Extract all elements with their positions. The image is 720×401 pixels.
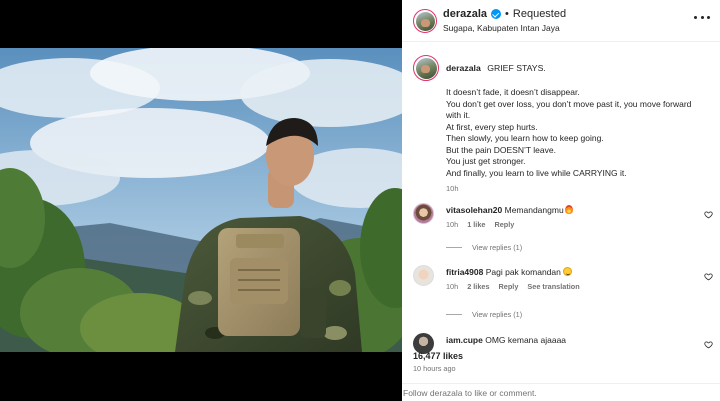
comment-time[interactable]: 10h (446, 282, 458, 291)
caption-line: At first, every step hurts. (446, 121, 538, 132)
view-replies-button[interactable]: View replies (1) (446, 243, 522, 252)
post-location[interactable]: Sugapa, Kabupaten Intan Jaya (443, 23, 560, 33)
caption-username[interactable]: derazala (446, 63, 481, 73)
comment-likes[interactable]: 1 like (467, 220, 485, 229)
view-replies-label: View replies (1) (472, 243, 523, 252)
post-time-ago[interactable]: 10 hours ago (413, 364, 456, 373)
more-options-icon[interactable] (694, 10, 710, 24)
caption-line: It doesn’t fade, it doesn’t disappear. (446, 87, 580, 97)
caption-title: GRIEF STAYS. (487, 63, 546, 73)
caption-line: You just get stronger. (446, 156, 526, 166)
post-stats: 16,477 likes 10 hours ago (402, 333, 720, 383)
caption-line: But the pain DOESN’T leave. (446, 144, 556, 155)
caption-line: Then slowly, you learn how to keep going… (446, 133, 604, 143)
smile-emoji (562, 267, 572, 276)
fire-emoji (564, 205, 573, 214)
commenter-avatar[interactable] (413, 265, 434, 286)
post-side-panel: derazala • Requested Sugapa, Kabupaten I… (402, 0, 720, 401)
comment-time[interactable]: 10h (446, 220, 458, 229)
comment-text-row: vitasolehan20 Memandangmu (446, 205, 573, 215)
comment-meta: 10h 2 likes Reply See translation (446, 282, 580, 291)
comment-likes[interactable]: 2 likes (467, 282, 489, 291)
heart-icon[interactable] (704, 272, 713, 281)
see-translation-button[interactable]: See translation (527, 282, 579, 291)
caption-line: with it. (446, 110, 471, 120)
commenter-username[interactable]: fitria4908 (446, 267, 483, 277)
comment-meta: 10h 1 like Reply (446, 220, 514, 229)
author-name-row: derazala • Requested (443, 8, 566, 20)
view-replies-label: View replies (1) (472, 310, 523, 319)
instagram-post-modal: derazala • Requested Sugapa, Kabupaten I… (0, 0, 720, 401)
header-separator: • (505, 8, 509, 20)
follow-to-comment-prompt[interactable]: Follow derazala to like or comment. (403, 388, 537, 398)
verified-badge-icon (491, 9, 502, 19)
comment-text-row: fitria4908 Pagi pak komandan (446, 267, 572, 277)
caption-line: You don’t get over loss, you don’t move … (446, 98, 692, 109)
caption-timestamp[interactable]: 10h (446, 184, 714, 193)
post-footer: Follow derazala to like or comment. (402, 383, 720, 401)
heart-icon[interactable] (704, 210, 713, 219)
follow-requested-button[interactable]: Requested (513, 8, 566, 20)
post-media-pane (0, 0, 402, 401)
comment-reply-button[interactable]: Reply (499, 282, 519, 291)
author-avatar[interactable] (413, 9, 437, 33)
like-count[interactable]: 16,477 likes (413, 351, 463, 361)
comment-text: Memandangmu (504, 205, 564, 215)
comment-reply-button[interactable]: Reply (494, 220, 514, 229)
comment-text: Pagi pak komandan (485, 267, 561, 277)
caption-body: derazala GRIEF STAYS. It doesn’t fade, i… (446, 58, 714, 193)
caption-line: And finally, you learn to live while CAR… (446, 167, 627, 178)
caption-text: It doesn’t fade, it doesn’t disappear. Y… (446, 87, 714, 179)
post-header: derazala • Requested Sugapa, Kabupaten I… (402, 0, 720, 42)
commenter-username[interactable]: vitasolehan20 (446, 205, 502, 215)
view-replies-button[interactable]: View replies (1) (446, 310, 522, 319)
post-photo[interactable] (0, 48, 402, 352)
author-username[interactable]: derazala (443, 8, 487, 20)
commenter-avatar[interactable] (413, 203, 434, 224)
caption-avatar[interactable] (413, 55, 439, 81)
